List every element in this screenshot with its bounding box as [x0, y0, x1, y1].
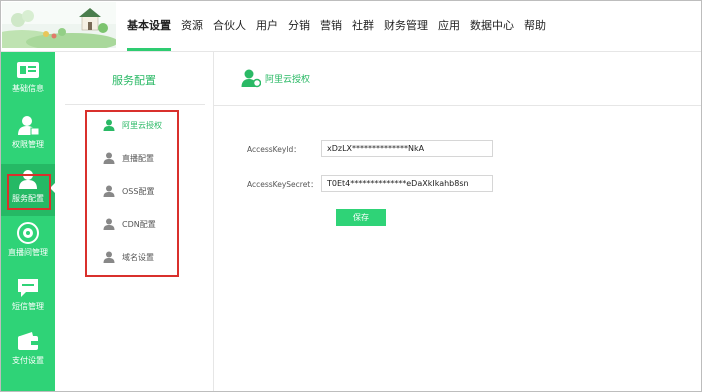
sidebar-item-payment[interactable]: 支付设置 — [1, 326, 55, 378]
app-window: 基本设置 资源 合伙人 用户 分销 营销 社群 财务管理 应用 数据中心 帮助 … — [0, 0, 702, 392]
nav-partners[interactable]: 合伙人 — [213, 1, 246, 51]
nav-help[interactable]: 帮助 — [524, 1, 546, 51]
nav-finance[interactable]: 财务管理 — [384, 1, 428, 51]
nav-data-center[interactable]: 数据中心 — [470, 1, 514, 51]
divider — [214, 105, 701, 106]
sidebar-item-label: 权限管理 — [12, 140, 44, 149]
page-title-text: 阿里云授权 — [265, 74, 311, 85]
sidebar-item-basic-info[interactable]: 基础信息 — [1, 56, 55, 108]
sidebar-item-label: 支付设置 — [12, 356, 44, 365]
sidebar: 基础信息 权限管理 服务配置 直播间管理 短信管理 支付设置 — [1, 52, 56, 391]
nav-resources[interactable]: 资源 — [181, 1, 203, 51]
sidebar-item-permissions[interactable]: 权限管理 — [1, 110, 55, 162]
sidebar-item-label: 短信管理 — [12, 302, 44, 311]
top-nav: 基本设置 资源 合伙人 用户 分销 营销 社群 财务管理 应用 数据中心 帮助 — [127, 1, 556, 51]
top-header: 基本设置 资源 合伙人 用户 分销 营销 社群 财务管理 应用 数据中心 帮助 — [1, 1, 701, 52]
nav-users[interactable]: 用户 — [256, 1, 278, 51]
wallet-icon — [18, 332, 38, 350]
highlight-box-submenu — [85, 110, 179, 277]
live-disc-icon — [17, 222, 39, 244]
access-key-id-input[interactable]: xDzLX**************NkA — [321, 140, 493, 157]
chat-bubble-icon — [18, 279, 38, 297]
page-title: 阿里云授权 — [241, 68, 310, 88]
logo — [2, 2, 116, 48]
sidebar-item-label: 基础信息 — [12, 84, 44, 93]
user-lock-icon — [18, 116, 40, 136]
user-service-icon — [241, 69, 261, 88]
nav-distribution[interactable]: 分销 — [288, 1, 310, 51]
access-key-secret-label: AccessKeySecret： — [247, 180, 318, 189]
access-key-secret-input[interactable]: T0Et4**************eDaXkIkahb8sn — [321, 175, 493, 192]
nav-marketing[interactable]: 营销 — [320, 1, 342, 51]
nav-community[interactable]: 社群 — [352, 1, 374, 51]
submenu-title: 服务配置 — [112, 74, 156, 87]
nav-apps[interactable]: 应用 — [438, 1, 460, 51]
sidebar-item-sms[interactable]: 短信管理 — [1, 272, 55, 324]
divider — [65, 104, 205, 105]
card-icon — [17, 62, 39, 78]
save-button[interactable]: 保存 — [336, 209, 386, 226]
sidebar-item-label: 直播间管理 — [8, 248, 48, 257]
sidebar-item-live-room[interactable]: 直播间管理 — [1, 218, 55, 270]
nav-basic-settings[interactable]: 基本设置 — [127, 1, 171, 51]
highlight-box-sidebar — [7, 174, 51, 210]
access-key-id-label: AccessKeyId： — [247, 145, 301, 154]
